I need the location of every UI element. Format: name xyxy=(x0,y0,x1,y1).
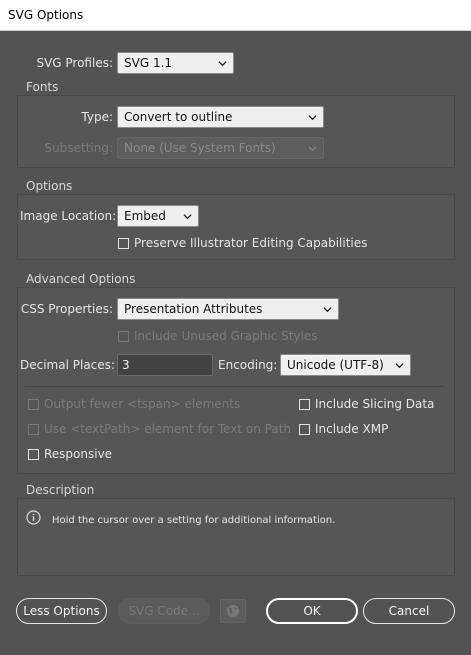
fonts-section-title: Fonts xyxy=(26,80,59,94)
responsive-label: Responsive xyxy=(44,447,113,461)
subsetting-label: Subsetting: xyxy=(44,141,113,155)
font-type-select[interactable]: Convert to outline xyxy=(117,106,324,128)
css-properties-select[interactable]: Presentation Attributes xyxy=(117,298,339,320)
advanced-separator xyxy=(25,386,445,387)
image-location-value: Embed xyxy=(124,209,166,223)
svg-profiles-label: SVG Profiles: xyxy=(36,56,113,70)
description-text: Hold the cursor over a setting for addit… xyxy=(52,515,336,526)
subsetting-select[interactable]: None (Use System Fonts) xyxy=(117,137,324,159)
info-icon xyxy=(26,510,41,525)
title-bar: SVG Options xyxy=(0,0,471,31)
ok-button[interactable]: OK xyxy=(266,598,358,624)
options-section-title: Options xyxy=(26,179,73,193)
image-location-label: Image Location: xyxy=(20,209,117,223)
svg-code-button[interactable]: SVG Code... xyxy=(118,598,210,624)
less-options-button[interactable]: Less Options xyxy=(16,598,107,624)
css-properties-label: CSS Properties: xyxy=(20,302,113,316)
preserve-editing-checkbox[interactable] xyxy=(118,238,129,249)
svg-profiles-select[interactable]: SVG 1.1 xyxy=(117,52,234,74)
chevron-down-icon xyxy=(395,363,404,369)
image-location-select[interactable]: Embed xyxy=(117,205,199,227)
encoding-label: Encoding: xyxy=(218,358,278,372)
include-xmp-checkbox[interactable] xyxy=(299,424,310,435)
subsetting-value: None (Use System Fonts) xyxy=(124,141,276,155)
include-unused-styles-checkbox[interactable] xyxy=(118,331,129,342)
css-properties-value: Presentation Attributes xyxy=(124,302,263,316)
font-type-value: Convert to outline xyxy=(124,110,233,124)
include-slicing-data-label: Include Slicing Data xyxy=(315,397,435,411)
include-xmp-label: Include XMP xyxy=(315,422,389,436)
preserve-editing-label: Preserve Illustrator Editing Capabilitie… xyxy=(134,236,368,250)
chevron-down-icon xyxy=(308,115,317,121)
chevron-down-icon xyxy=(183,214,192,220)
use-textpath-label: Use <textPath> element for Text on Path xyxy=(44,422,292,436)
chevron-down-icon xyxy=(308,146,317,152)
decimal-places-label: Decimal Places: xyxy=(20,358,115,372)
include-unused-styles-label: Include Unused Graphic Styles xyxy=(134,329,318,343)
description-section-title: Description xyxy=(26,483,95,497)
web-preview-button[interactable] xyxy=(220,599,246,623)
responsive-checkbox[interactable] xyxy=(28,449,39,460)
use-textpath-checkbox[interactable] xyxy=(28,424,39,435)
svg-profiles-value: SVG 1.1 xyxy=(124,56,173,70)
chevron-down-icon xyxy=(218,61,227,67)
options-panel xyxy=(17,194,455,260)
font-type-label: Type: xyxy=(81,110,113,124)
output-fewer-tspan-checkbox[interactable] xyxy=(28,399,39,410)
encoding-select[interactable]: Unicode (UTF-8) xyxy=(280,354,411,376)
advanced-options-section-title: Advanced Options xyxy=(26,272,136,286)
description-panel xyxy=(17,498,455,576)
include-slicing-data-checkbox[interactable] xyxy=(299,399,310,410)
output-fewer-tspan-label: Output fewer <tspan> elements xyxy=(44,397,241,411)
decimal-places-input[interactable]: 3 xyxy=(117,354,213,376)
cancel-button[interactable]: Cancel xyxy=(363,598,455,624)
encoding-value: Unicode (UTF-8) xyxy=(287,358,384,372)
globe-icon xyxy=(227,605,239,617)
chevron-down-icon xyxy=(323,307,332,313)
window-title: SVG Options xyxy=(8,8,84,22)
